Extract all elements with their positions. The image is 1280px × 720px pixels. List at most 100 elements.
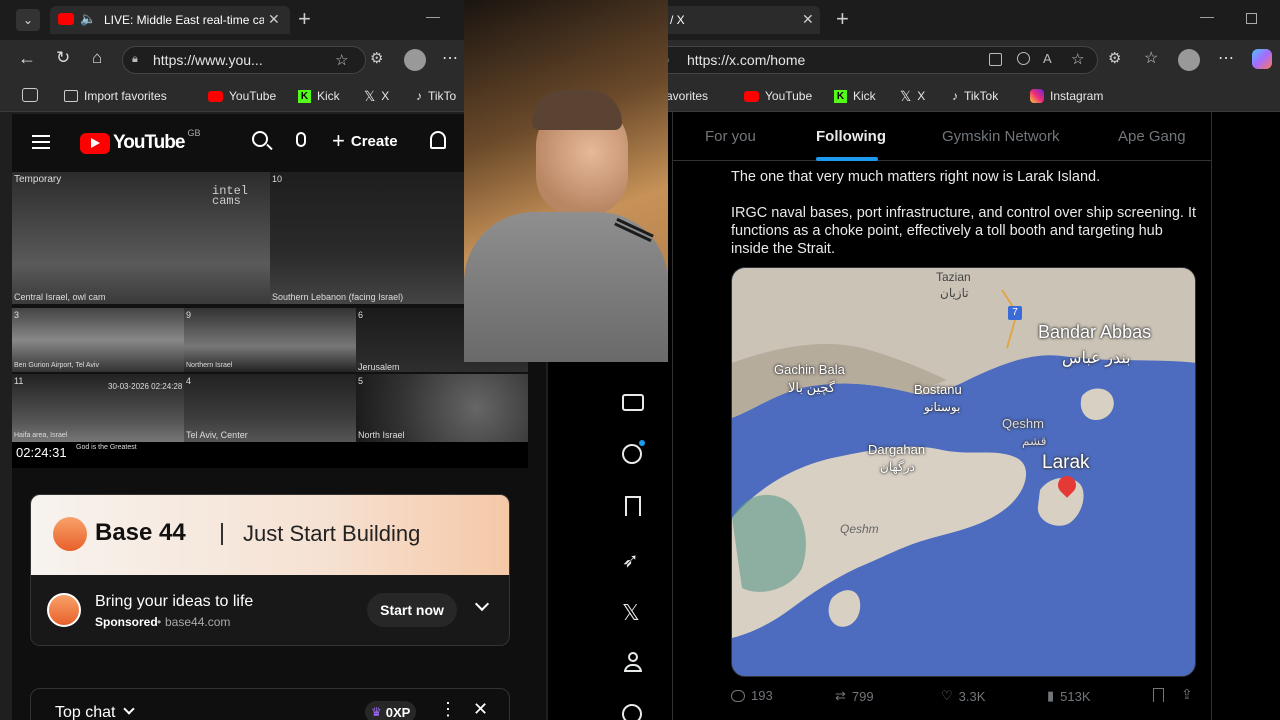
fav-youtube[interactable]: YouTube bbox=[208, 88, 276, 104]
fav-tiktok[interactable]: ♪ TikTok bbox=[952, 88, 998, 104]
tab-gymskin-network[interactable]: Gymskin Network bbox=[942, 128, 1060, 145]
map-label-bandar-abbas-fa: بندر عباس bbox=[1062, 350, 1131, 367]
start-now-button[interactable]: Start now bbox=[367, 593, 457, 627]
views-button[interactable]: ▮ 513K bbox=[1047, 688, 1091, 704]
right-url-text: https://x.com/home bbox=[687, 52, 806, 68]
zoom-icon[interactable] bbox=[1017, 52, 1030, 65]
share-icon[interactable]: ⇪ bbox=[1181, 686, 1193, 703]
back-icon[interactable]: ← bbox=[18, 48, 36, 69]
chat-chevron-icon[interactable] bbox=[123, 703, 135, 715]
ad-divider bbox=[221, 523, 223, 545]
messages-icon[interactable] bbox=[622, 394, 644, 411]
rocket-icon[interactable]: ➶ bbox=[622, 548, 644, 572]
left-active-tab[interactable]: 🔈 LIVE: Middle East real-time ca ✕ bbox=[50, 6, 290, 34]
fav-youtube[interactable]: YouTube bbox=[744, 88, 812, 104]
bookmarks-icon[interactable] bbox=[625, 496, 641, 516]
microphone-icon[interactable] bbox=[296, 132, 306, 147]
tab-for-you[interactable]: For you bbox=[705, 128, 756, 145]
video-cell-3: 3 Ben Gurion Airport, Tel Aviv bbox=[12, 308, 184, 372]
kick-icon: K bbox=[298, 89, 311, 103]
chevron-down-icon[interactable] bbox=[474, 596, 490, 612]
new-tab-button[interactable]: + bbox=[298, 6, 311, 32]
repost-button[interactable]: ⇄ 799 bbox=[835, 688, 874, 704]
refresh-icon[interactable]: ↻ bbox=[56, 48, 70, 68]
more-menu-icon[interactable]: ⋯ bbox=[1218, 48, 1234, 68]
live-chat-header: Top chat ♛ 0XP ⋮ ✕ bbox=[30, 688, 510, 720]
fav-import[interactable]: Import favorites bbox=[64, 88, 167, 104]
map-label-qeshm-fa: قشم bbox=[1022, 434, 1047, 448]
chat-more-icon[interactable]: ⋮ bbox=[439, 699, 457, 720]
copilot-icon[interactable] bbox=[1252, 49, 1272, 69]
read-aloud-icon[interactable]: A bbox=[1043, 51, 1052, 66]
fav-import[interactable]: avorites bbox=[666, 88, 708, 104]
fav-instagram[interactable]: Instagram bbox=[1030, 88, 1103, 104]
minimize-button[interactable]: — bbox=[1200, 8, 1214, 24]
lock-icon: 🔒︎ bbox=[132, 53, 138, 65]
base44-logo-icon bbox=[53, 517, 87, 551]
ad-avatar bbox=[47, 593, 81, 627]
streamer-webcam-overlay bbox=[464, 0, 668, 362]
close-tab-icon[interactable]: ✕ bbox=[268, 11, 280, 28]
more-menu-icon[interactable]: ⋯ bbox=[442, 48, 458, 68]
close-tab-icon[interactable]: ✕ bbox=[802, 11, 814, 28]
kick-icon: K bbox=[834, 89, 847, 103]
create-button[interactable]: + Create bbox=[332, 130, 398, 152]
tab-actions-button[interactable]: ⌄ bbox=[16, 9, 40, 31]
tweet-map-image[interactable]: 7 Tazian تازیان Bandar Abbas بندر عباس G… bbox=[731, 267, 1196, 677]
speaker-icon[interactable]: 🔈 bbox=[80, 11, 96, 27]
left-url-text: https://www.you... bbox=[153, 52, 263, 68]
x-timeline: For you Following Gymskin Network Ape Ga… bbox=[672, 112, 1212, 720]
live-clock: 02:24:31 bbox=[16, 445, 67, 460]
sponsored-ad-card[interactable]: Base 44 Just Start Building Bring your i… bbox=[30, 494, 510, 646]
xp-badge[interactable]: ♛ 0XP bbox=[365, 701, 417, 720]
tweet-text-2: IRGC naval bases, port infrastructure, a… bbox=[731, 205, 1197, 257]
fav-x[interactable]: 𝕏X bbox=[364, 88, 389, 104]
instagram-icon bbox=[1030, 89, 1044, 103]
live-video-player[interactable]: Temporary intel cams Central Israel, owl… bbox=[12, 172, 528, 468]
video-cell-4: 9 Northern Israel bbox=[184, 308, 356, 372]
star-icon[interactable]: ☆ bbox=[1071, 50, 1084, 68]
fav-kick[interactable]: K Kick bbox=[298, 88, 340, 104]
crown-icon: ♛ bbox=[371, 705, 382, 719]
fav-kick[interactable]: K Kick bbox=[834, 88, 876, 104]
grok-icon[interactable] bbox=[622, 440, 645, 464]
fav-x[interactable]: 𝕏X bbox=[900, 88, 925, 104]
right-url-field[interactable]: 🔒︎ https://x.com/home A ☆ bbox=[652, 46, 1098, 74]
tiktok-icon: ♪ bbox=[416, 89, 422, 103]
map-label-tazian-fa: تازیان bbox=[940, 286, 969, 300]
ad-slogan: Just Start Building bbox=[243, 521, 421, 546]
extensions-icon[interactable]: ⚙ bbox=[1108, 49, 1121, 67]
maximize-button[interactable] bbox=[1246, 13, 1257, 24]
home-icon[interactable]: ⌂ bbox=[92, 48, 102, 68]
bookmark-icon[interactable] bbox=[1153, 688, 1164, 702]
star-icon[interactable]: ☆ bbox=[335, 51, 348, 69]
notifications-bell-icon[interactable] bbox=[430, 131, 446, 149]
tab-following[interactable]: Following bbox=[816, 128, 886, 145]
heart-icon: ♡ bbox=[941, 688, 953, 703]
more-circle-icon[interactable] bbox=[622, 704, 642, 720]
like-button[interactable]: ♡ 3.3K bbox=[941, 688, 985, 704]
reply-button[interactable]: 193 bbox=[731, 688, 773, 703]
map-label-qeshm-city: Qeshm bbox=[1002, 416, 1044, 431]
favorites-menu-icon[interactable] bbox=[22, 88, 38, 102]
x-premium-icon[interactable]: 𝕏 bbox=[622, 600, 644, 625]
youtube-logo[interactable]: YouTube GB bbox=[80, 128, 200, 154]
profile-icon[interactable] bbox=[624, 652, 642, 672]
hamburger-menu-icon[interactable] bbox=[32, 135, 50, 149]
new-tab-button[interactable]: + bbox=[836, 6, 849, 32]
tab-ape-gang[interactable]: Ape Gang bbox=[1118, 128, 1186, 145]
extensions-icon[interactable]: ⚙ bbox=[370, 49, 383, 67]
chat-close-icon[interactable]: ✕ bbox=[473, 699, 488, 720]
map-label-bostanu-fa: بوستانو bbox=[924, 400, 961, 414]
right-tab-title: / X bbox=[670, 13, 685, 27]
fav-tiktok[interactable]: ♪ TikTo bbox=[416, 88, 456, 104]
profile-avatar[interactable] bbox=[1178, 49, 1200, 71]
profile-avatar[interactable] bbox=[404, 49, 426, 71]
favorites-star-icon[interactable]: ☆ bbox=[1144, 48, 1158, 68]
cell-timestamp: 30-03-2026 02:24:28 bbox=[108, 382, 183, 391]
views-chart-icon: ▮ bbox=[1047, 688, 1055, 703]
left-url-field[interactable]: 🔒︎ https://www.you... ☆ bbox=[122, 46, 366, 74]
minimize-button[interactable]: — bbox=[426, 8, 440, 24]
apps-icon[interactable] bbox=[989, 53, 1002, 66]
top-chat-selector[interactable]: Top chat bbox=[55, 704, 115, 720]
